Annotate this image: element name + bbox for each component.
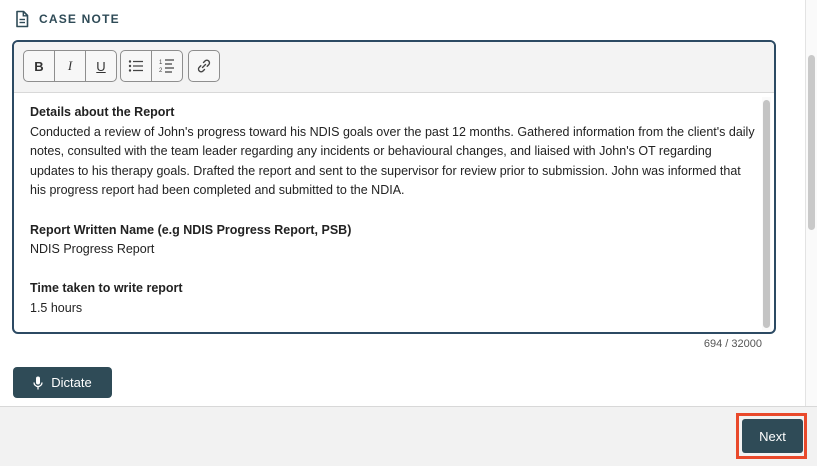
footer-bar (0, 406, 817, 466)
svg-text:2: 2 (159, 68, 163, 74)
list-button-group: 1 2 (120, 50, 183, 82)
numbered-list-icon: 1 2 (159, 59, 174, 74)
section-title: CASE NOTE (39, 12, 120, 26)
dictate-label: Dictate (51, 375, 92, 390)
bold-button[interactable]: B (24, 51, 55, 81)
underline-button[interactable]: U (86, 51, 116, 81)
character-count: 694 / 32000 (703, 338, 762, 350)
bullet-list-icon (128, 60, 143, 72)
next-button[interactable]: Next (742, 419, 803, 453)
document-icon (14, 10, 30, 28)
svg-text:1: 1 (159, 60, 163, 66)
editor-scrollbar-thumb[interactable] (763, 100, 770, 328)
next-label: Next (759, 428, 786, 444)
report-name-heading: Report Written Name (e.g NDIS Progress R… (30, 222, 352, 237)
page-scrollbar-thumb[interactable] (808, 55, 815, 230)
time-taken-heading: Time taken to write report (30, 281, 183, 296)
link-icon (197, 59, 211, 73)
details-heading: Details about the Report (30, 105, 175, 119)
format-button-group: B I U (23, 50, 117, 82)
editor-toolbar: B I U 1 2 (14, 42, 774, 93)
link-button-group (188, 50, 220, 82)
section-header: CASE NOTE (14, 10, 120, 28)
case-note-panel: CASE NOTE B I U 1 2 Details about the Re… (0, 0, 806, 406)
editor-content[interactable]: Details about the Report Conducted a rev… (30, 103, 756, 319)
details-paragraph: Conducted a review of John's progress to… (30, 124, 755, 198)
bullet-list-button[interactable] (121, 51, 152, 81)
time-taken-value: 1.5 hours (30, 300, 83, 315)
dictate-button[interactable]: Dictate (13, 367, 112, 398)
microphone-icon (33, 376, 43, 389)
report-name-value: NDIS Progress Report (30, 242, 155, 257)
italic-button[interactable]: I (55, 51, 86, 81)
link-button[interactable] (189, 51, 219, 81)
rich-text-editor[interactable]: B I U 1 2 Details about the Report Condu… (12, 40, 776, 334)
numbered-list-button[interactable]: 1 2 (152, 51, 182, 81)
